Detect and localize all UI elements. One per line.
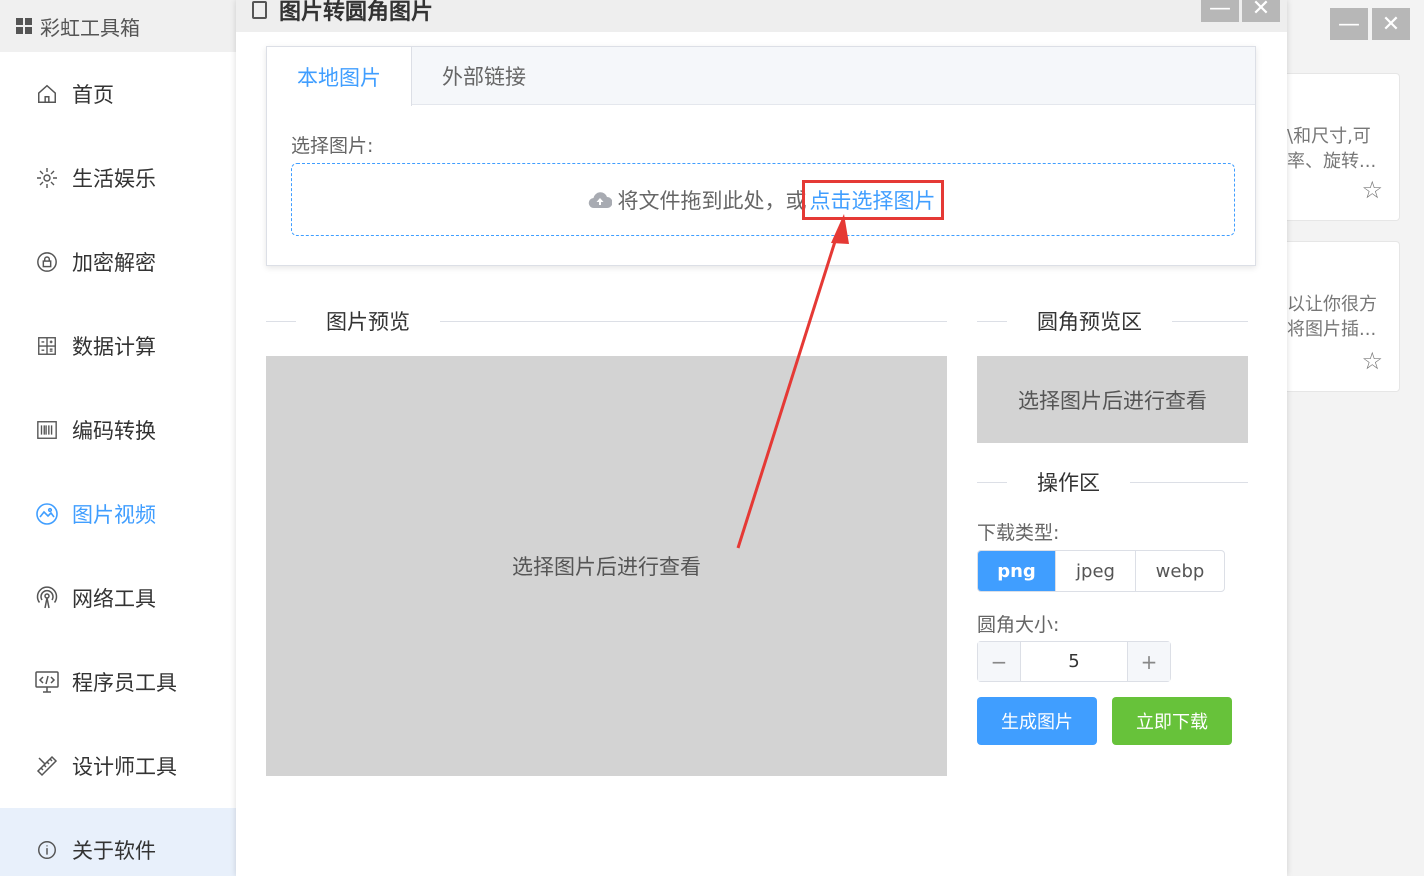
sidebar-item-label: 数据计算	[72, 335, 156, 359]
sidebar-item-encoding[interactable]: 编码转换	[0, 388, 236, 472]
increment-button[interactable]: +	[1127, 642, 1170, 681]
sidebar-item-designer[interactable]: 设计师工具	[0, 724, 236, 808]
sidebar-item-calc[interactable]: 数据计算	[0, 304, 236, 388]
dialog-title: 图片转圆角图片	[252, 0, 433, 26]
select-image-label: 选择图片:	[291, 135, 374, 157]
document-icon	[252, 1, 267, 19]
dialog-minimize-button[interactable]: —	[1201, 0, 1239, 22]
radius-label: 圆角大小:	[977, 614, 1060, 636]
tab-external-link[interactable]: 外部链接	[412, 47, 556, 105]
sidebar-item-about[interactable]: 关于软件	[0, 808, 236, 876]
select-image-link[interactable]: 点击选择图片	[801, 179, 944, 220]
sidebar-item-home[interactable]: 首页	[0, 52, 236, 136]
app-title-bar: 彩虹工具箱	[0, 0, 236, 52]
firework-icon	[34, 165, 60, 191]
rounded-title: 圆角预览区	[1037, 310, 1142, 334]
preview-section-title: 图片预览	[266, 306, 947, 336]
sidebar-item-label: 生活娱乐	[72, 167, 156, 191]
ops-title: 操作区	[1037, 471, 1100, 495]
sidebar-item-label: 图片视频	[72, 503, 156, 527]
download-type-selector: png jpeg webp	[977, 550, 1225, 592]
tool-card[interactable]: 以让你很方 将图片插... ☆	[1280, 241, 1400, 392]
tab-bar: 本地图片 外部链接	[267, 47, 1255, 106]
ops-section-title: 操作区	[977, 467, 1248, 497]
app-title: 彩虹工具箱	[40, 15, 140, 40]
sidebar-item-label: 程序员工具	[72, 671, 177, 695]
preview-placeholder: 选择图片后进行查看	[512, 555, 701, 579]
rounded-placeholder: 选择图片后进行查看	[1018, 388, 1207, 413]
sidebar-item-label: 网络工具	[72, 587, 156, 611]
type-png-button[interactable]: png	[978, 551, 1056, 591]
code-monitor-icon	[34, 669, 60, 695]
cloud-upload-icon	[588, 191, 612, 208]
tool-card-desc: 以让你很方	[1287, 294, 1377, 315]
download-now-button[interactable]: 立即下载	[1112, 697, 1232, 745]
sidebar-item-label: 编码转换	[72, 419, 156, 443]
download-type-label: 下载类型:	[977, 522, 1060, 544]
dialog-title-text: 图片转圆角图片	[279, 0, 434, 25]
star-icon[interactable]: ☆	[1361, 347, 1383, 375]
sidebar-item-label: 设计师工具	[72, 755, 177, 779]
main-window-controls: — ✕	[1330, 8, 1410, 40]
info-icon	[34, 837, 60, 863]
sidebar-item-programmer[interactable]: 程序员工具	[0, 640, 236, 724]
type-jpeg-button[interactable]: jpeg	[1056, 551, 1136, 591]
sidebar-item-label: 加密解密	[72, 251, 156, 275]
drop-zone-text: 将文件拖到此处，或	[617, 188, 807, 213]
sidebar-item-image-video[interactable]: 图片视频	[0, 472, 236, 556]
preview-title: 图片预览	[326, 310, 410, 334]
radius-stepper: − 5 +	[977, 641, 1171, 682]
barcode-icon	[34, 417, 60, 443]
minimize-button[interactable]: —	[1330, 8, 1368, 40]
sidebar-item-crypto[interactable]: 加密解密	[0, 220, 236, 304]
calculator-icon	[34, 333, 60, 359]
type-webp-button[interactable]: webp	[1136, 551, 1224, 591]
antenna-icon	[34, 585, 60, 611]
image-icon	[34, 501, 60, 527]
lock-icon	[34, 249, 60, 275]
rounded-preview-area: 选择图片后进行查看	[977, 356, 1248, 443]
close-button[interactable]: ✕	[1372, 8, 1410, 40]
sidebar-item-label: 关于软件	[72, 839, 156, 863]
upload-drop-zone[interactable]: 将文件拖到此处，或 点击选择图片	[291, 163, 1235, 236]
tab-local-image[interactable]: 本地图片	[267, 47, 412, 106]
ruler-pencil-icon	[34, 753, 60, 779]
home-icon	[34, 81, 60, 107]
tool-card-desc: 将图片插...	[1287, 319, 1377, 340]
dialog-close-button[interactable]: ✕	[1242, 0, 1280, 22]
source-tabs-card: 本地图片 外部链接 选择图片: 将文件拖到此处，或 点击选择图片	[266, 46, 1256, 266]
grid-icon	[16, 18, 32, 34]
rounded-image-dialog: 图片转圆角图片 — ✕ 本地图片 外部链接 选择图片: 将文件拖到此处，或 点击…	[236, 0, 1287, 876]
tool-card[interactable]: \和尺寸,可 率、旋转... ☆	[1280, 73, 1400, 221]
tool-card-desc: \和尺寸,可	[1287, 126, 1371, 147]
sidebar: 首页 生活娱乐 加密解密 数据计算 编码转换 图片视频 网络工具 程序员工具 设…	[0, 52, 236, 876]
dialog-header: 图片转圆角图片 — ✕	[236, 0, 1287, 32]
tool-card-desc: 率、旋转...	[1287, 151, 1377, 172]
star-icon[interactable]: ☆	[1361, 176, 1383, 204]
rounded-section-title: 圆角预览区	[977, 306, 1248, 336]
sidebar-item-label: 首页	[72, 83, 114, 107]
radius-input[interactable]: 5	[1021, 642, 1127, 681]
sidebar-item-life[interactable]: 生活娱乐	[0, 136, 236, 220]
decrement-button[interactable]: −	[978, 642, 1021, 681]
sidebar-item-network[interactable]: 网络工具	[0, 556, 236, 640]
generate-image-button[interactable]: 生成图片	[977, 697, 1097, 745]
image-preview-area: 选择图片后进行查看	[266, 356, 947, 776]
